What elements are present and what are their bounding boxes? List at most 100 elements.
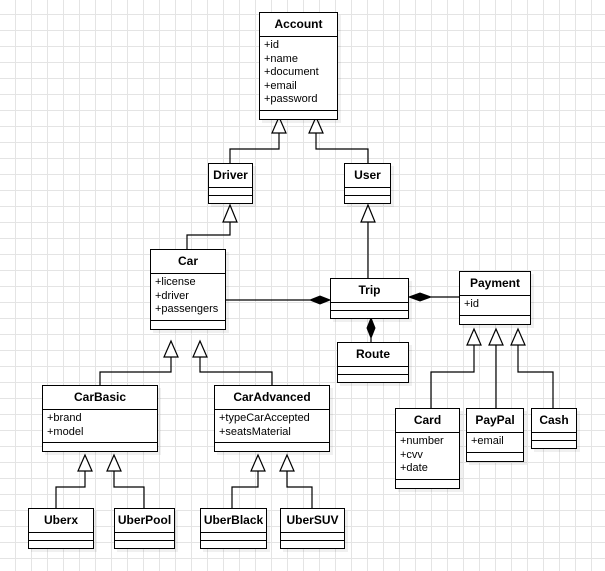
attribute-compartment: [29, 533, 93, 541]
triangle-head-icon: [360, 203, 376, 223]
class-name: Car: [151, 250, 225, 274]
diamond-head-icon: [407, 292, 433, 302]
diamond-head-icon: [366, 316, 376, 340]
method-compartment: [151, 321, 225, 329]
attribute-compartment: [209, 188, 252, 196]
class-ubersuv[interactable]: UberSUV: [280, 508, 345, 549]
triangle-head-icon: [510, 327, 526, 346]
generalization-uberx-carbasic: [55, 471, 86, 508]
class-paypal[interactable]: PayPal +email: [466, 408, 524, 462]
attribute: +cvv: [400, 448, 423, 461]
attribute-list: +email: [467, 433, 523, 453]
generalization-user-account: [315, 133, 369, 163]
attribute: +document: [264, 66, 319, 78]
attribute: +email: [264, 79, 297, 92]
method-compartment: [260, 111, 337, 119]
class-car[interactable]: Car +license +driver +passengers: [150, 249, 226, 330]
attribute-list: +license +driver +passengers: [151, 274, 225, 321]
generalization-driver-account: [229, 133, 280, 163]
class-name: User: [345, 164, 390, 188]
class-name: Trip: [331, 279, 408, 303]
class-name: Card: [396, 409, 459, 433]
attribute-list: +typeCarAccepted +seatsMaterial: [215, 410, 329, 443]
class-name: Uberx: [29, 509, 93, 533]
method-compartment: [532, 441, 576, 448]
triangle-head-icon: [163, 339, 179, 358]
attribute: +password: [264, 93, 318, 105]
generalization-caradvanced-car: [199, 357, 273, 385]
method-compartment: [209, 196, 252, 203]
triangle-head-icon: [466, 327, 482, 346]
attribute: +number: [400, 435, 444, 447]
class-name: CarAdvanced: [215, 386, 329, 410]
method-compartment: [396, 480, 459, 488]
attribute: +id: [264, 39, 279, 51]
method-compartment: [115, 541, 174, 548]
method-compartment: [331, 311, 408, 318]
class-name: CarBasic: [43, 386, 157, 410]
method-compartment: [345, 196, 390, 203]
triangle-head-icon: [279, 453, 295, 472]
generalization-card-payment: [430, 345, 475, 408]
generalization-ubersuv-caradvanced: [286, 471, 313, 508]
attribute: +typeCarAccepted: [219, 412, 310, 424]
triangle-head-icon: [250, 453, 266, 472]
class-user[interactable]: User: [344, 163, 391, 204]
class-trip[interactable]: Trip: [330, 278, 409, 319]
generalization-uberpool-carbasic: [113, 471, 145, 508]
method-compartment: [281, 541, 344, 548]
attribute-compartment: [201, 533, 266, 541]
attribute-compartment: [115, 533, 174, 541]
class-name: UberSUV: [281, 509, 344, 533]
method-compartment: [215, 443, 329, 451]
class-name: Route: [338, 343, 408, 367]
class-name: Driver: [209, 164, 252, 188]
method-compartment: [338, 375, 408, 382]
generalization-uberblack-caradvanced: [231, 471, 259, 508]
class-name: UberBlack: [201, 509, 266, 533]
triangle-head-icon: [488, 327, 504, 346]
class-caradvanced[interactable]: CarAdvanced +typeCarAccepted +seatsMater…: [214, 385, 330, 452]
class-cash[interactable]: Cash: [531, 408, 577, 449]
class-uberpool[interactable]: UberPool: [114, 508, 175, 549]
attribute: +driver: [155, 289, 189, 302]
class-uberblack[interactable]: UberBlack: [200, 508, 267, 549]
attribute: +passengers: [155, 303, 219, 315]
attribute: +model: [47, 425, 84, 438]
class-name: UberPool: [115, 509, 174, 533]
attribute: +date: [400, 462, 428, 474]
method-compartment: [467, 453, 523, 461]
class-name: PayPal: [467, 409, 523, 433]
attribute-compartment: [532, 433, 576, 441]
attribute: +brand: [47, 412, 82, 424]
diamond-head-icon: [308, 295, 332, 305]
attribute-compartment: [345, 188, 390, 196]
attribute: +id: [464, 298, 479, 310]
method-compartment: [43, 443, 157, 451]
attribute-list: +brand +model: [43, 410, 157, 443]
attribute: +email: [471, 435, 504, 447]
class-name: Payment: [460, 272, 530, 296]
class-uberx[interactable]: Uberx: [28, 508, 94, 549]
method-compartment: [29, 541, 93, 548]
class-payment[interactable]: Payment +id: [459, 271, 531, 325]
class-carbasic[interactable]: CarBasic +brand +model: [42, 385, 158, 452]
class-account[interactable]: Account +id +name +document +email +pass…: [259, 12, 338, 120]
method-compartment: [201, 541, 266, 548]
class-driver[interactable]: Driver: [208, 163, 253, 204]
class-card[interactable]: Card +number +cvv +date: [395, 408, 460, 489]
triangle-head-icon: [77, 453, 93, 472]
attribute-list: +number +cvv +date: [396, 433, 459, 480]
attribute: +license: [155, 276, 196, 288]
attribute-compartment: [338, 367, 408, 375]
attribute-compartment: [331, 303, 408, 311]
class-route[interactable]: Route: [337, 342, 409, 383]
attribute: +name: [264, 52, 298, 65]
attribute: +seatsMaterial: [219, 425, 291, 438]
generalization-carbasic-car: [99, 357, 172, 385]
triangle-head-icon: [222, 203, 238, 223]
method-compartment: [460, 316, 530, 324]
class-name: Cash: [532, 409, 576, 433]
generalization-cash-payment: [517, 345, 554, 408]
class-name: Account: [260, 13, 337, 37]
